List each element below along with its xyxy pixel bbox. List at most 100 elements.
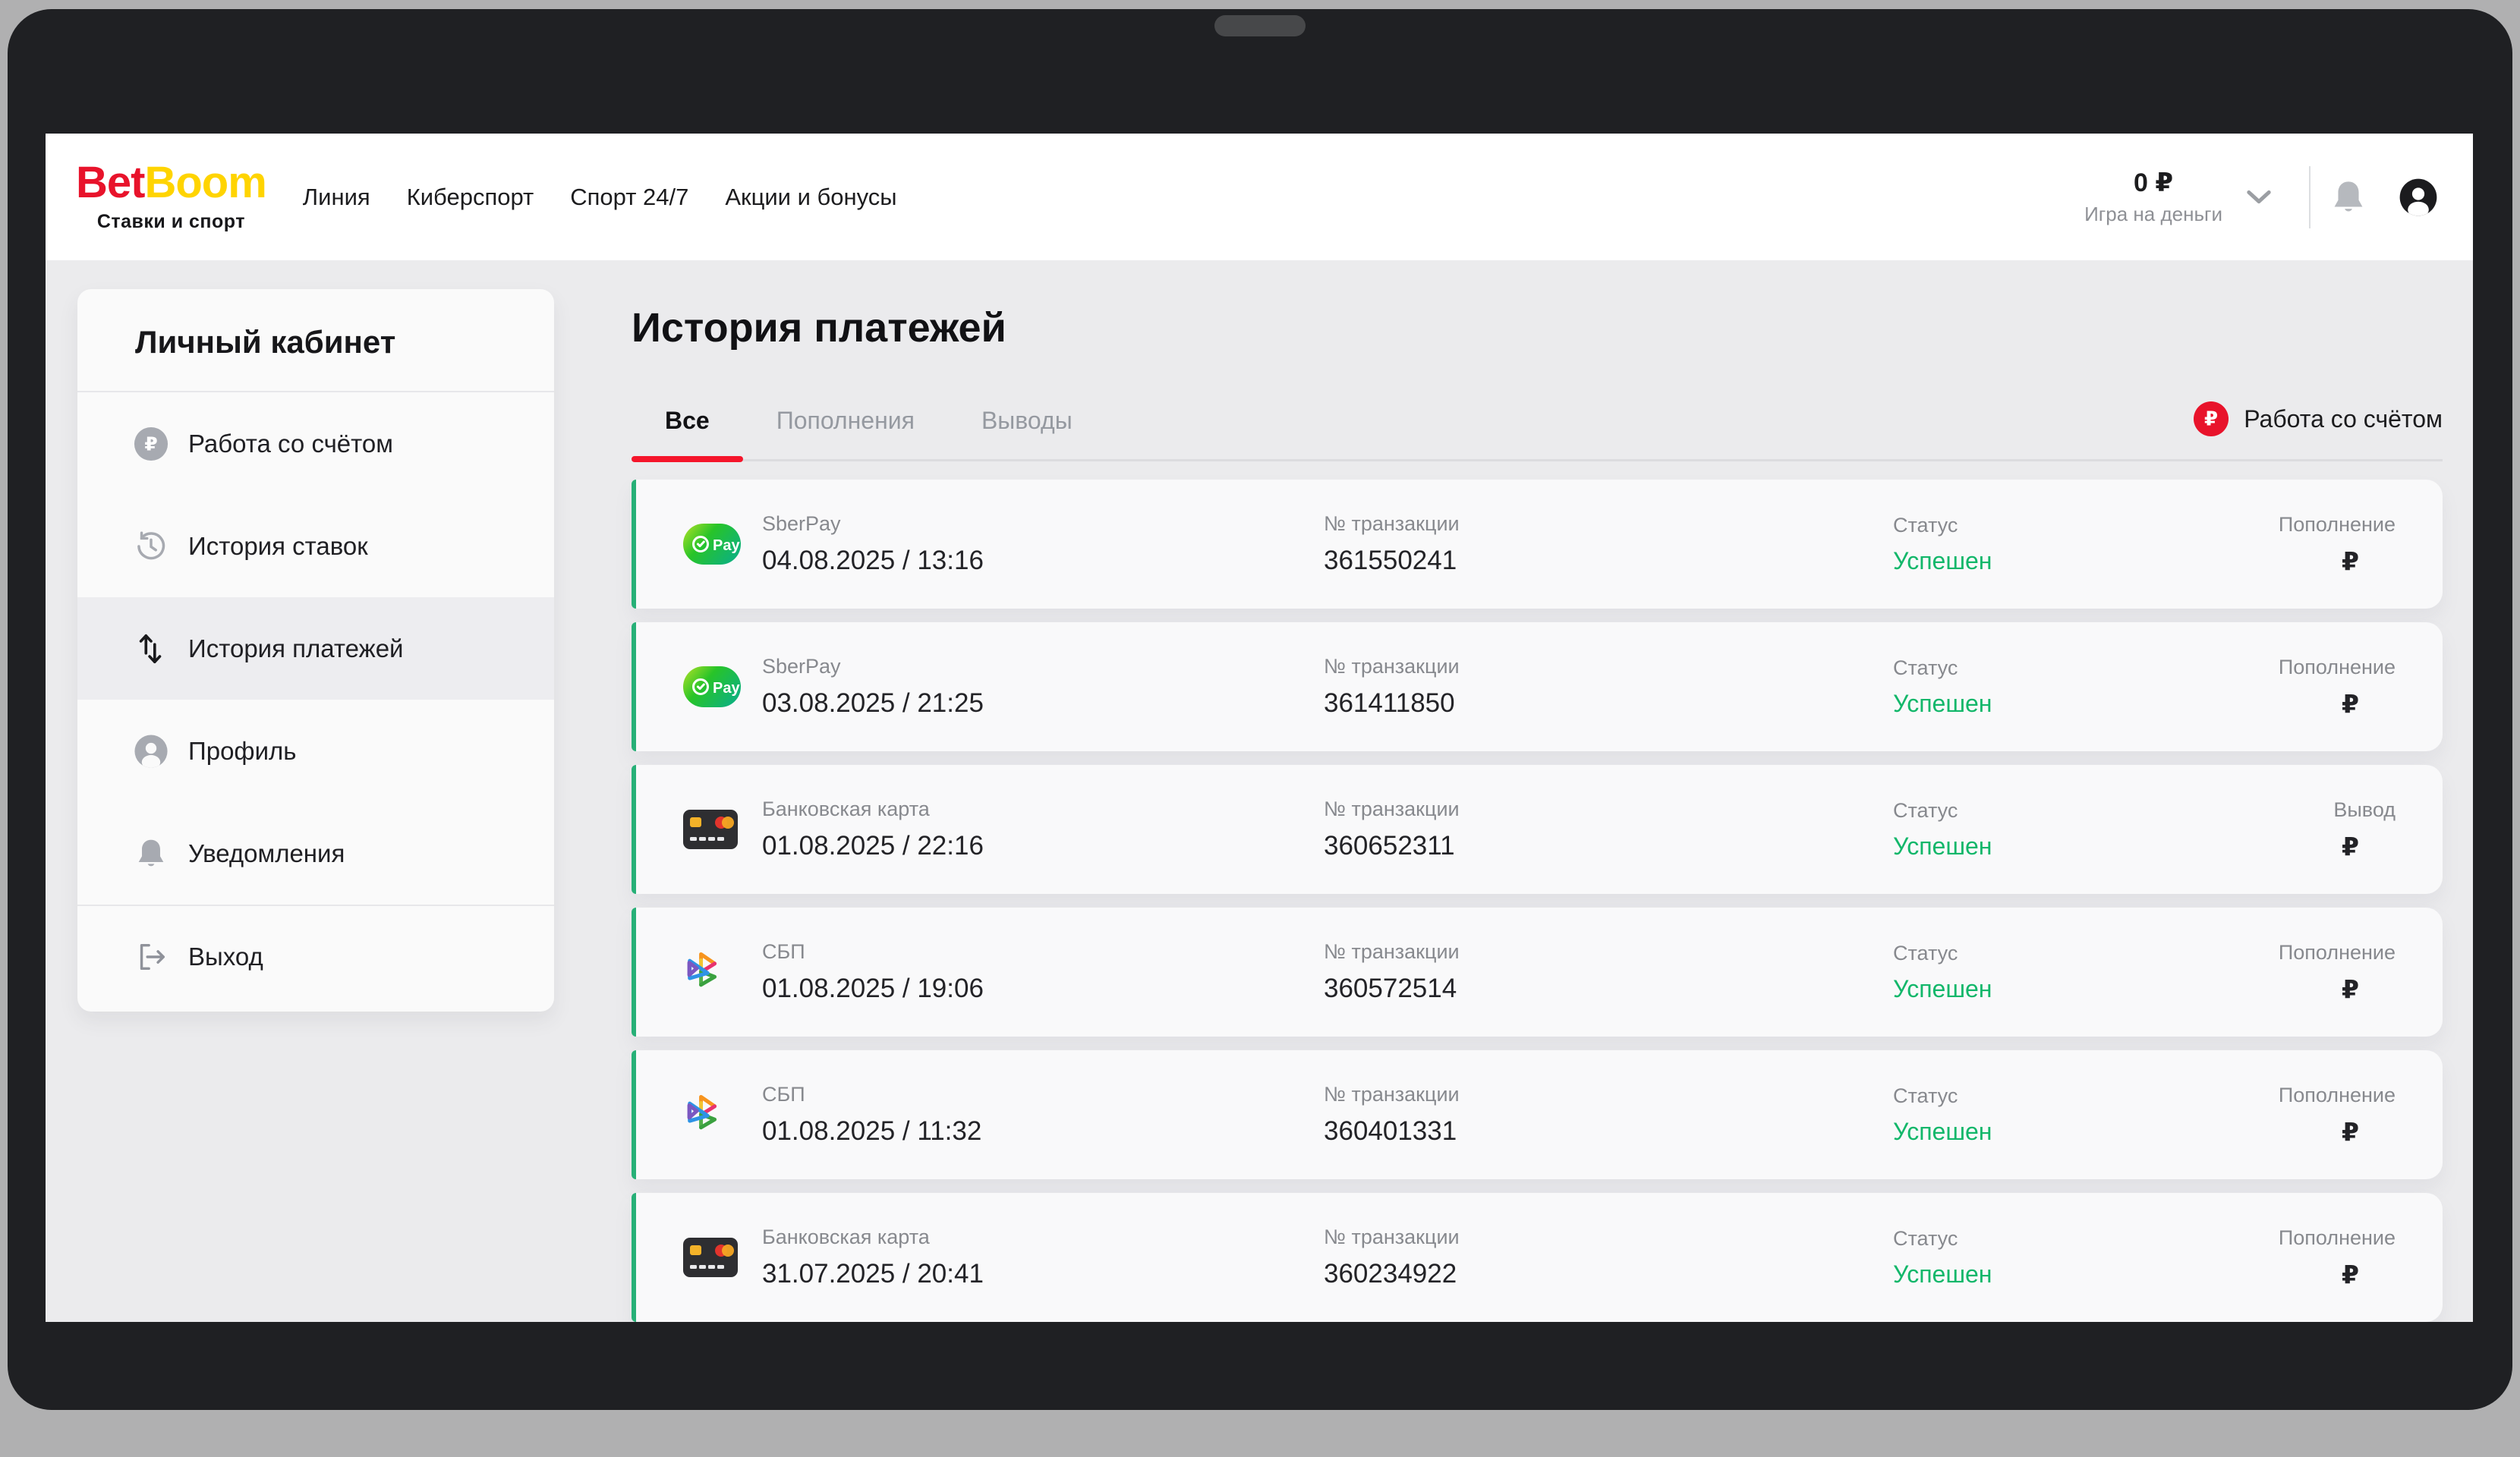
svg-text:Pay: Pay: [713, 680, 740, 697]
sidebar-item-label: Работа со счётом: [188, 430, 393, 458]
sidebar-item-notifications[interactable]: Уведомления: [77, 802, 554, 905]
payment-method-label: Банковская карта: [762, 798, 1324, 821]
payment-date: 04.08.2025 / 13:16: [762, 546, 1324, 576]
sidebar-items: ₽ Работа со счётом История ставок Истори…: [77, 392, 554, 1007]
operation-amount: ₽: [2342, 546, 2396, 576]
payment-row[interactable]: Pay SberPay 03.08.2025 / 21:25 № транзак…: [632, 622, 2443, 751]
operation-amount: ₽: [2342, 974, 2396, 1004]
status-label: Статус: [1893, 656, 2279, 680]
history-icon: [134, 529, 169, 564]
svg-text:₽: ₽: [2204, 408, 2218, 431]
operation-amount: ₽: [2342, 689, 2396, 719]
logout-icon: [134, 939, 169, 974]
page-title: История платежей: [632, 303, 2443, 353]
logo-tagline: Ставки и спорт: [97, 211, 245, 233]
nav-item-promos[interactable]: Акции и бонусы: [725, 184, 896, 211]
ruble-red-icon: ₽: [2194, 401, 2229, 436]
camera-notch: [1214, 15, 1306, 36]
payment-method-label: СБП: [762, 1083, 1324, 1106]
status-value: Успешен: [1893, 547, 2279, 575]
operation-type-label: Пополнение: [2279, 656, 2396, 679]
tabs-row: Все Пополнения Выводы ₽ Работа со счётом: [632, 401, 2443, 461]
device-frame: BetBoom Ставки и спорт Линия Киберспорт …: [8, 9, 2512, 1410]
payment-row[interactable]: СБП 01.08.2025 / 19:06 № транзакции 3605…: [632, 908, 2443, 1037]
operation-type-label: Пополнение: [2279, 1226, 2396, 1250]
bank-card-icon: [683, 1238, 762, 1277]
payment-method-label: Банковская карта: [762, 1226, 1324, 1249]
status-label: Статус: [1893, 514, 2279, 537]
status-value: Успешен: [1893, 975, 2279, 1003]
payment-date: 01.08.2025 / 22:16: [762, 831, 1324, 861]
betboom-logo[interactable]: BetBoom Ставки и спорт: [76, 161, 266, 233]
sidebar-item-label: Профиль: [188, 737, 296, 766]
status-value: Успешен: [1893, 1260, 2279, 1289]
status-value: Успешен: [1893, 832, 2333, 861]
transaction-number-value: 360572514: [1324, 974, 1893, 1004]
nav-item-cybersport[interactable]: Киберспорт: [407, 184, 534, 211]
transaction-number-label: № транзакции: [1324, 798, 1893, 821]
operation-type-label: Пополнение: [2279, 1084, 2396, 1107]
tab-all[interactable]: Все: [632, 406, 743, 459]
balance-widget[interactable]: 0 ₽ Игра на деньги: [2084, 168, 2222, 226]
status-value: Успешен: [1893, 690, 2279, 718]
sidebar-item-payments[interactable]: История платежей: [77, 597, 554, 700]
status-label: Статус: [1893, 1084, 2279, 1108]
bell-gray-icon: [134, 836, 169, 871]
payment-row[interactable]: Pay SberPay 04.08.2025 / 13:16 № транзак…: [632, 480, 2443, 609]
status-value: Успешен: [1893, 1118, 2279, 1146]
transaction-number-label: № транзакции: [1324, 655, 1893, 678]
sidebar-item-account[interactable]: ₽ Работа со счётом: [77, 392, 554, 495]
svg-text:₽: ₽: [144, 433, 157, 455]
payment-method-label: SberPay: [762, 512, 1324, 536]
sidebar-column: Личный кабинет ₽ Работа со счётом Истори…: [77, 260, 554, 1322]
sidebar-item-bet-history[interactable]: История ставок: [77, 495, 554, 597]
tab-withdrawals[interactable]: Выводы: [948, 406, 1106, 459]
svg-text:Pay: Pay: [713, 537, 740, 554]
operation-type-label: Пополнение: [2279, 513, 2396, 537]
payment-date: 01.08.2025 / 11:32: [762, 1116, 1324, 1147]
payment-date: 01.08.2025 / 19:06: [762, 974, 1324, 1004]
logo-boom: Boom: [144, 158, 266, 207]
header-right: 0 ₽ Игра на деньги: [2084, 166, 2438, 228]
sbp-icon: [683, 1091, 762, 1138]
status-label: Статус: [1893, 799, 2333, 823]
balance-amount: 0 ₽: [2134, 168, 2173, 198]
payment-row[interactable]: Банковская карта 31.07.2025 / 20:41 № тр…: [632, 1193, 2443, 1322]
sberpay-icon: Pay: [683, 666, 762, 707]
transaction-number-value: 361411850: [1324, 688, 1893, 719]
sberpay-icon: Pay: [683, 524, 762, 565]
account-operations-button[interactable]: ₽ Работа со счётом: [2194, 401, 2443, 459]
tab-deposits[interactable]: Пополнения: [743, 406, 948, 459]
person-icon: [134, 734, 169, 769]
app-screen: BetBoom Ставки и спорт Линия Киберспорт …: [46, 134, 2473, 1322]
transaction-number-value: 360401331: [1324, 1116, 1893, 1147]
sidebar-item-label: История ставок: [188, 532, 368, 561]
nav-item-liniya[interactable]: Линия: [303, 184, 370, 211]
payment-date: 31.07.2025 / 20:41: [762, 1259, 1324, 1289]
header-divider: [2309, 166, 2311, 228]
sbp-icon: [683, 949, 762, 996]
operation-amount: ₽: [2342, 1260, 2396, 1289]
nav-item-sport247[interactable]: Спорт 24/7: [570, 184, 688, 211]
top-navbar: BetBoom Ставки и спорт Линия Киберспорт …: [46, 134, 2473, 260]
logo-wordmark: BetBoom: [76, 161, 266, 205]
sidebar-item-label: Выход: [188, 942, 263, 971]
sidebar-item-profile[interactable]: Профиль: [77, 700, 554, 802]
transaction-number-value: 360234922: [1324, 1259, 1893, 1289]
operation-type-label: Пополнение: [2279, 941, 2396, 965]
profile-avatar-icon[interactable]: [2399, 178, 2438, 217]
payment-row[interactable]: СБП 01.08.2025 / 11:32 № транзакции 3604…: [632, 1050, 2443, 1179]
payments-list: Pay SberPay 04.08.2025 / 13:16 № транзак…: [632, 480, 2443, 1322]
transaction-number-label: № транзакции: [1324, 1226, 1893, 1249]
payment-method-label: SberPay: [762, 655, 1324, 678]
status-label: Статус: [1893, 1227, 2279, 1251]
sidebar-item-logout[interactable]: Выход: [77, 905, 554, 1007]
main-column: История платежей Все Пополнения Выводы ₽…: [632, 260, 2443, 1322]
bell-icon[interactable]: [2329, 178, 2368, 217]
payment-row[interactable]: Банковская карта 01.08.2025 / 22:16 № тр…: [632, 765, 2443, 894]
account-menu-card: Личный кабинет ₽ Работа со счётом Истори…: [77, 289, 554, 1012]
chevron-down-icon[interactable]: [2242, 181, 2276, 214]
operation-amount: ₽: [2342, 832, 2396, 861]
content-area: Личный кабинет ₽ Работа со счётом Истори…: [46, 260, 2473, 1322]
sidebar-title: Личный кабинет: [77, 289, 554, 391]
